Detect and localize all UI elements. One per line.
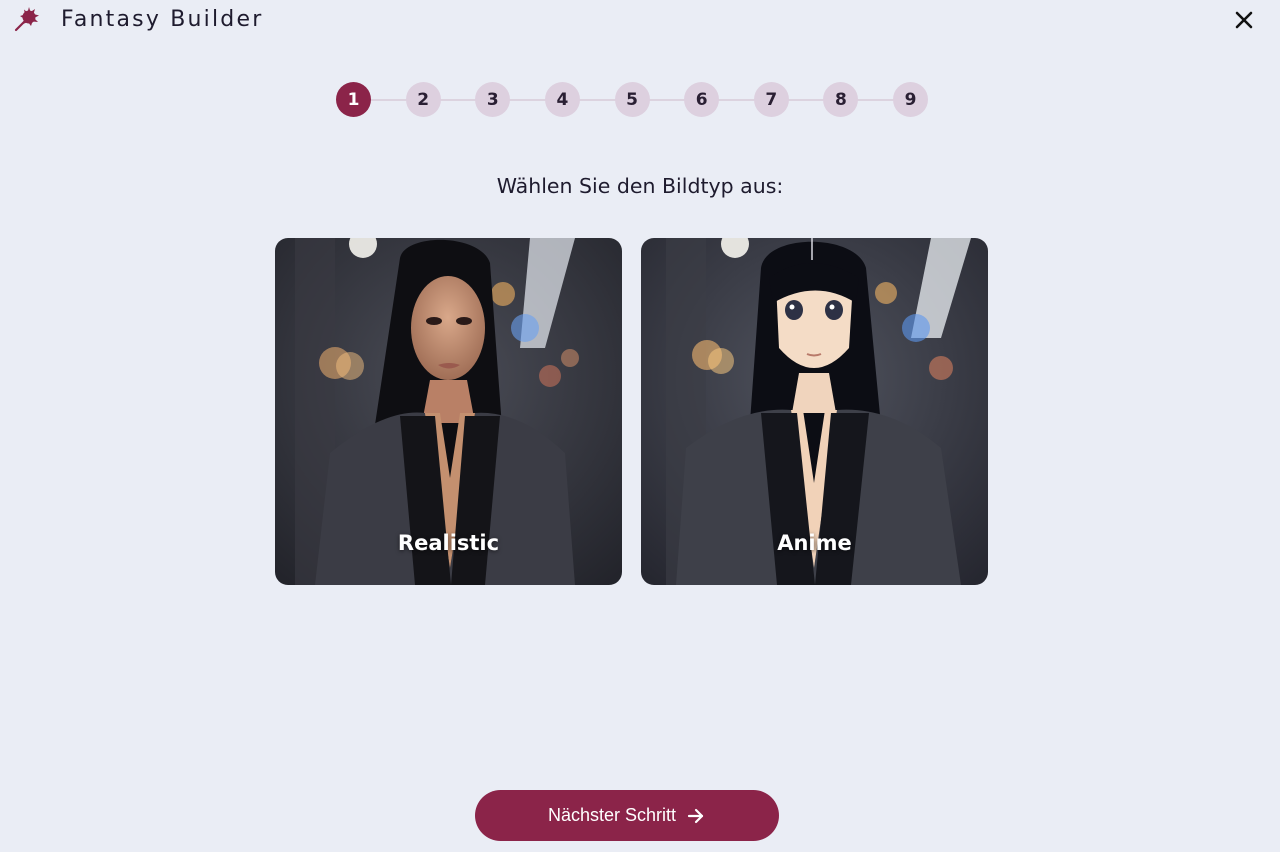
option-card-realistic[interactable]: Realistic <box>275 238 622 585</box>
step-progress: 123456789 <box>336 82 928 118</box>
arrow-right-icon <box>687 808 704 823</box>
option-label-anime: Anime <box>777 531 852 555</box>
step-1[interactable]: 1 <box>336 82 371 117</box>
next-step-label: Nächster Schritt <box>547 805 677 825</box>
option-label-realistic: Realistic <box>397 531 500 555</box>
step-question: Wählen Sie den Bildtyp aus: <box>496 174 784 198</box>
fantasy-builder-app: Fantasy Builder 123456789 Wählen Sie den… <box>0 0 1280 852</box>
step-9[interactable]: 9 <box>893 82 928 117</box>
step-2[interactable]: 2 <box>405 82 441 117</box>
next-step-button[interactable]: Nächster Schritt <box>475 790 779 841</box>
wand-sparkle-icon <box>14 7 39 32</box>
step-3[interactable]: 3 <box>475 82 511 117</box>
step-list: 123456789 <box>336 82 928 118</box>
step-5[interactable]: 5 <box>614 82 650 117</box>
step-8[interactable]: 8 <box>823 82 859 117</box>
close-icon[interactable] <box>1230 6 1258 34</box>
app-title: Fantasy Builder <box>61 7 264 32</box>
step-7[interactable]: 7 <box>753 82 789 117</box>
step-6[interactable]: 6 <box>684 82 720 117</box>
step-4[interactable]: 4 <box>544 82 580 117</box>
option-card-anime[interactable]: Anime <box>641 238 988 585</box>
